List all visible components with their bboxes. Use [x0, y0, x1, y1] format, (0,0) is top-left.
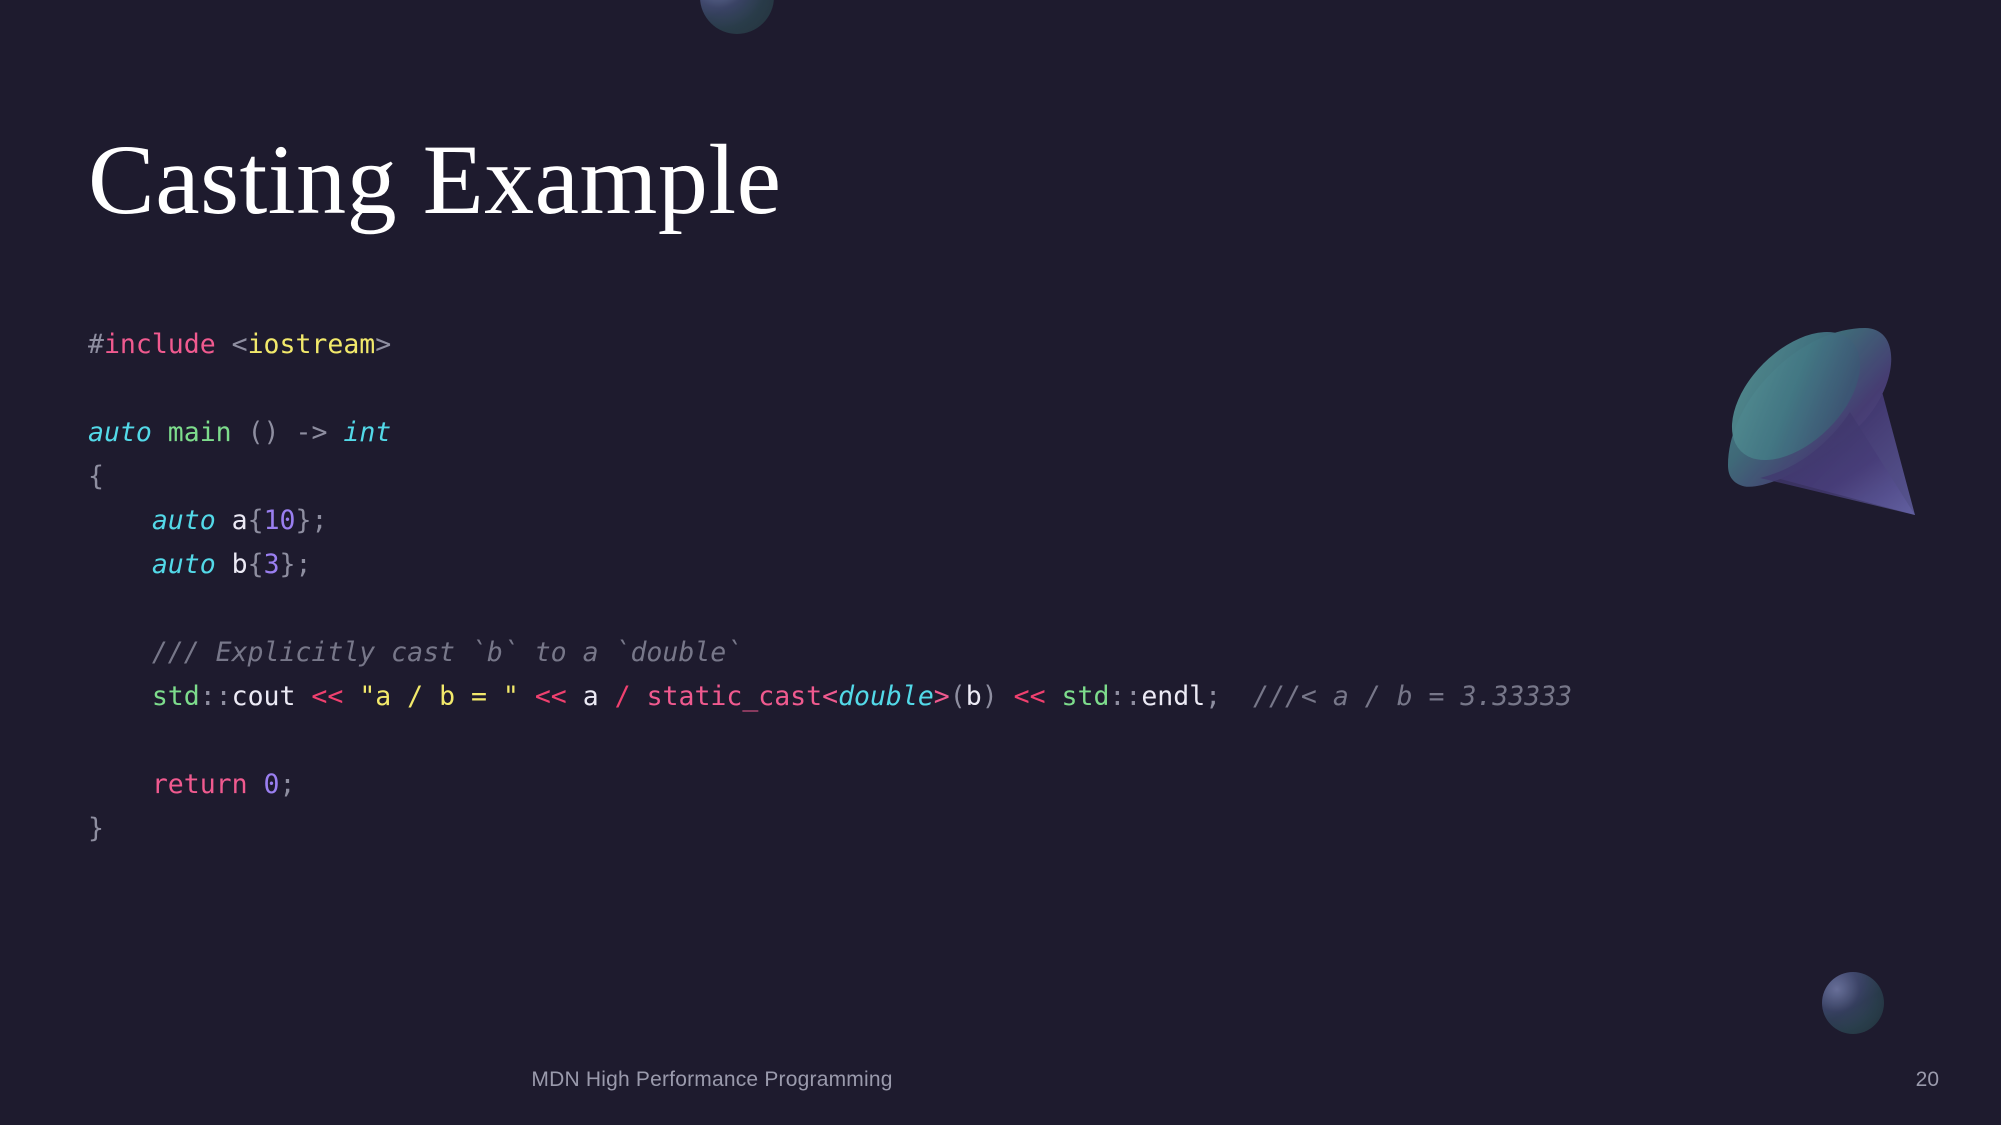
- code-line: auto b{3};: [88, 543, 1572, 587]
- code-line: return 0;: [88, 763, 1572, 807]
- code-token-punct: }: [88, 812, 104, 844]
- code-token-op: <<: [534, 680, 567, 712]
- code-token-ns: std: [151, 680, 200, 712]
- code-token-punct: };: [279, 548, 312, 580]
- sphere-bottom-icon: [1822, 972, 1884, 1034]
- page-title: Casting Example: [88, 124, 782, 235]
- slide-canvas: Casting Example #include <iostream> auto…: [0, 0, 2001, 1125]
- code-token-type: double: [838, 680, 934, 712]
- code-token-type: int: [343, 416, 392, 448]
- code-token-var: cout: [231, 680, 296, 712]
- cone-icon: [1700, 300, 1950, 540]
- code-block: #include <iostream> auto main () -> int{…: [88, 323, 1572, 851]
- code-line: auto a{10};: [88, 499, 1572, 543]
- page-number: 20: [1915, 1068, 1939, 1091]
- code-token-punct: ;: [1205, 680, 1222, 712]
- footer-label: MDN High Performance Programming: [531, 1068, 893, 1091]
- code-token-type: auto: [151, 548, 216, 580]
- code-token-punct: <: [231, 328, 248, 360]
- code-line: auto main () -> int: [88, 411, 1572, 455]
- code-token-punct: (): [247, 416, 280, 448]
- code-token-cast: <: [822, 680, 839, 712]
- code-token-cast: static_cast: [646, 680, 823, 712]
- code-line: }: [88, 807, 1572, 851]
- code-token-var: b: [965, 680, 982, 712]
- code-token-ns: std: [1061, 680, 1110, 712]
- code-token-num: 3: [263, 548, 280, 580]
- code-line: {: [88, 455, 1572, 499]
- code-token-punct: };: [295, 504, 328, 536]
- code-token-comment: ///< a / b = 3.33333: [1253, 680, 1573, 712]
- code-token-op: /: [614, 680, 631, 712]
- code-token-num: 0: [263, 768, 280, 800]
- code-token-str: "a / b = ": [359, 680, 519, 712]
- code-line: #include <iostream>: [88, 323, 1572, 367]
- code-token-punct: #: [88, 328, 104, 360]
- code-token-pre: include: [103, 328, 216, 360]
- code-token-punct: ::: [1109, 680, 1142, 712]
- code-token-punct: (: [949, 680, 966, 712]
- code-token-punct: {: [88, 460, 104, 492]
- code-token-num: 10: [263, 504, 296, 536]
- code-token-var: endl: [1141, 680, 1206, 712]
- code-token-cast: >: [933, 680, 950, 712]
- sphere-top-icon: [700, 0, 774, 34]
- code-line: std::cout << "a / b = " << a / static_ca…: [88, 675, 1572, 719]
- code-token-var: a: [582, 680, 599, 712]
- code-token-fn: main: [167, 416, 232, 448]
- code-token-punct: {: [247, 548, 264, 580]
- code-token-punct: ;: [279, 768, 296, 800]
- code-line: /// Explicitly cast `b` to a `double`: [88, 631, 1572, 675]
- code-token-punct: {: [247, 504, 264, 536]
- code-token-header: iostream: [247, 328, 376, 360]
- code-token-op: <<: [1013, 680, 1046, 712]
- code-token-punct: ): [981, 680, 998, 712]
- code-token-var: a: [231, 504, 248, 536]
- code-token-punct: ::: [199, 680, 232, 712]
- code-token-comment: /// Explicitly cast `b` to a `double`: [151, 636, 743, 668]
- code-token-punct: >: [375, 328, 392, 360]
- code-token-type: auto: [88, 416, 152, 448]
- code-token-type: auto: [151, 504, 216, 536]
- code-token-op: <<: [311, 680, 344, 712]
- code-token-var: b: [231, 548, 248, 580]
- code-token-kw: return: [151, 768, 248, 800]
- code-token-punct: ->: [295, 416, 328, 448]
